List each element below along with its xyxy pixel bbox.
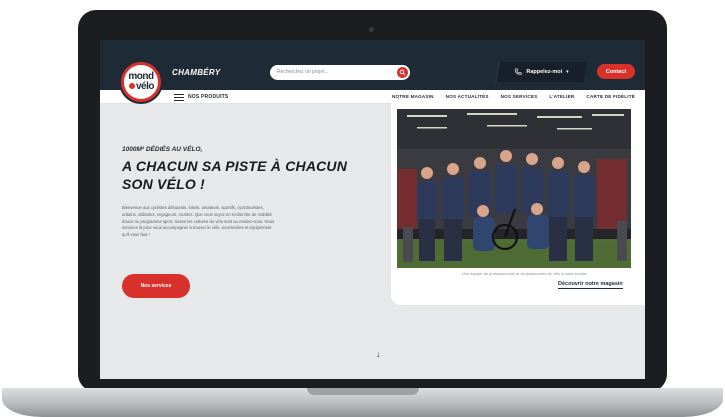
headline-line-1: A CHACUN SA PISTE À CHACUN [122,158,348,174]
laptop-base [2,388,723,417]
hero-paragraph: Bienvenue aux cyclistes débutants, loisi… [122,205,275,238]
team-photo-illustration [397,109,631,268]
logo-text-line2: vélo [128,82,155,92]
logo-dot [128,83,135,90]
team-photo [397,109,631,268]
nav-link-atelier[interactable]: L'ATELIER [549,94,574,99]
scroll-down-icon[interactable]: ↓ [376,349,381,359]
search-icon [399,69,406,76]
hero-section: 1000M² DÉDIÉS AU VÉLO, A CHACUN SA PISTE… [100,104,390,379]
search-bar[interactable]: Recherchez un projet... [270,65,410,80]
camera [369,27,374,32]
callback-button[interactable]: Rappelez-moi ▾ [495,62,587,82]
team-photo-card: Une équipe de professionnels et de passi… [391,102,645,305]
hero-headline: A CHACUN SA PISTE À CHACUN SON VÉLO ! [122,157,352,193]
nav-link-actualites[interactable]: NOS ACTUALITÉS [446,94,489,99]
website-screen: CHAMBÉRY Recherchez un projet... Rappele… [100,40,645,379]
hero-kicker: 1000M² DÉDIÉS AU VÉLO, [122,146,203,153]
discover-store-link[interactable]: Découvrir notre magasin [558,281,623,289]
brand-logo[interactable]: mond vélo [121,62,161,102]
nav-link-fidelite[interactable]: CARTE DE FIDÉLITÉ [586,94,635,99]
services-button[interactable]: Nos services [122,274,190,298]
phone-icon [514,63,522,81]
photo-caption: Une équipe de professionnels et de passi… [462,271,587,276]
store-city[interactable]: CHAMBÉRY [172,68,220,77]
search-input[interactable]: Recherchez un projet... [277,69,329,75]
nav-links: NOTRE MAGASIN NOS ACTUALITÉS NOS SERVICE… [392,94,635,99]
chevron-down-icon: ▾ [566,69,569,75]
nav-link-services[interactable]: NOS SERVICES [501,94,538,99]
headline-line-2: SON VÉLO ! [122,176,205,192]
top-header: CHAMBÉRY Recherchez un projet... Rappele… [100,40,645,90]
nav-link-magasin[interactable]: NOTRE MAGASIN [392,94,434,99]
base-notch [307,388,419,395]
callback-label: Rappelez-moi [526,69,563,75]
search-button[interactable] [397,67,408,78]
products-menu-link[interactable]: NOS PRODUITS [188,94,228,100]
contact-button[interactable]: Contact [597,64,635,79]
menu-icon[interactable] [174,94,184,101]
